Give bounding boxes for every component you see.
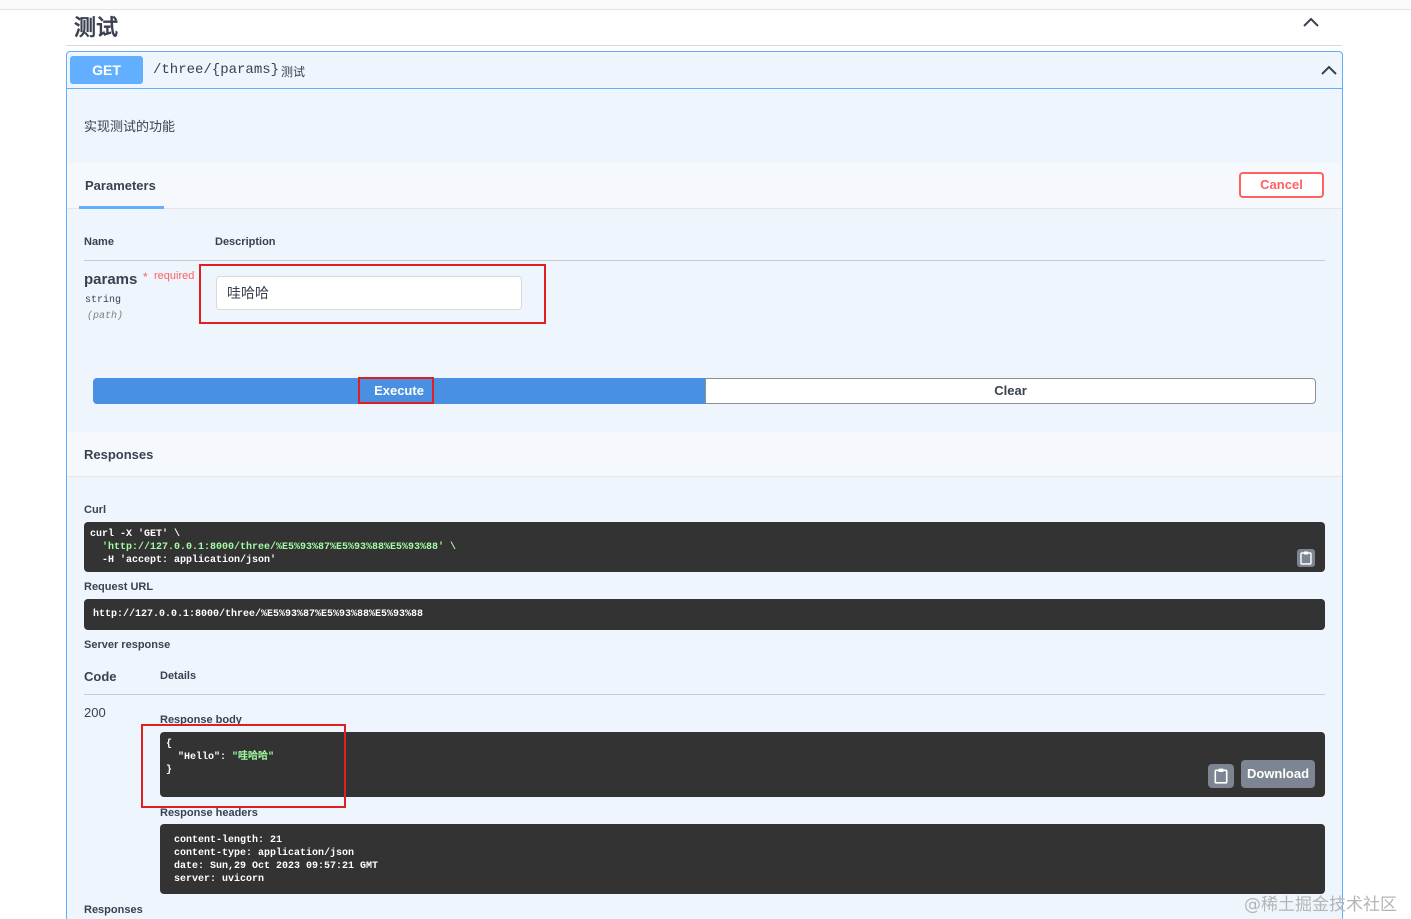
curl-line: 'http://127.0.0.1:8000/three/%E5%93%87%E… [102,542,457,553]
chevron-up-icon[interactable] [1302,14,1320,32]
responses-title: Responses [84,447,154,462]
curl-label: Curl [84,504,106,516]
param-type: string [85,295,122,306]
request-url-label: Request URL [84,581,154,593]
json-brace: { [166,739,173,750]
divider [84,260,1325,261]
request-url-block[interactable]: http://127.0.0.1:8000/three/%E5%93%87%E5… [84,599,1325,630]
param-name: params [84,271,138,288]
tab-parameters[interactable]: Parameters [79,163,164,209]
operation-summary-text: 测试 [281,65,306,79]
response-headers-label: Response headers [160,807,258,819]
operation-summary[interactable]: GET /three/{params} 测试 [67,52,1342,89]
response-body-label: Response body [160,714,242,726]
parameters-header: Parameters Cancel [67,163,1342,209]
operation-block: GET /three/{params} 测试 实现测试的功能 Parameter… [66,51,1343,919]
responses-section-label: Responses [84,904,143,916]
curl-code-block[interactable]: curl -X 'GET' \ 'http://127.0.0.1:8000/t… [84,522,1325,572]
cancel-button[interactable]: Cancel [1239,172,1324,198]
curl-line: curl -X 'GET' \ [90,529,181,540]
column-header-description: Description [215,236,276,248]
execute-button[interactable]: Execute [93,378,705,404]
curl-line: -H 'accept: application/json' [102,555,277,566]
operation-path: /three/{params} [153,62,280,78]
chevron-up-icon[interactable] [1320,62,1338,80]
header-line: content-length: 21 [174,835,283,846]
header-line: server: uvicorn [174,874,265,885]
download-button[interactable]: Download [1241,760,1315,788]
tag-title: 测试 [74,16,119,41]
json-line: "Hello": "哇哈哈" [166,751,1319,764]
header-line: content-type: application/json [174,848,355,859]
watermark: @稀土掘金技术社区 [1244,895,1397,915]
required-label: required [154,270,195,282]
response-headers-block[interactable]: content-length: 21 content-type: applica… [160,824,1325,894]
method-badge: GET [70,56,143,84]
copy-icon[interactable] [1208,764,1234,788]
code-column-header: Code [84,669,117,684]
column-header-name: Name [84,236,114,248]
response-body-block[interactable]: { "Hello": "哇哈哈" } [160,732,1325,797]
json-brace: } [166,765,173,776]
response-code: 200 [84,705,106,720]
param-location: (path) [87,311,124,322]
json-value: "哇哈哈" [232,752,275,763]
params-input[interactable] [216,276,522,310]
divider [84,694,1325,695]
server-response-label: Server response [84,639,171,651]
header-line: date: Sun,29 Oct 2023 09:57:21 GMT [174,861,379,872]
copy-icon[interactable] [1297,549,1315,567]
operation-description: 实现测试的功能 [84,119,176,134]
tab-parameters-label: Parameters [85,178,156,193]
responses-header: Responses [67,432,1342,477]
json-key: "Hello": [178,752,233,763]
tag-section-header[interactable]: 测试 [66,8,1342,46]
details-column-header: Details [160,670,197,682]
required-star: * [143,270,148,284]
clear-button[interactable]: Clear [705,378,1316,404]
